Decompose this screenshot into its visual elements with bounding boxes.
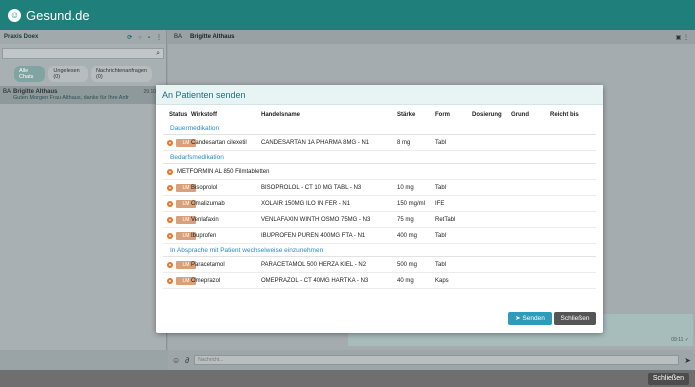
wirkstoff-cell: Bisoprolol — [191, 185, 218, 191]
chat-header-name: Brigitte Althaus — [190, 34, 235, 40]
practice-name: Praxis Doex — [4, 34, 39, 40]
staerke-cell: 10 mg — [397, 185, 414, 191]
message-icon[interactable]: ▪ — [148, 35, 150, 41]
handelsname-cell: CANDESARTAN 1A PHARMA 8MG - N1 — [261, 140, 370, 146]
col-form: Form — [435, 112, 450, 118]
form-cell: Tabl — [435, 185, 447, 191]
search-icon[interactable]: ⌕ — [156, 50, 160, 58]
status-icon: ● — [167, 278, 173, 284]
close-button[interactable]: Schließen — [554, 312, 596, 325]
staerke-cell: 75 mg — [397, 217, 414, 223]
section-bedarfsmedikation: Bedarfsmedikation — [163, 152, 596, 164]
section-dauermedikation: Dauermedikation — [163, 123, 596, 135]
top-bar: ☺ Gesund.de — [0, 0, 695, 30]
wirkstoff-cell: Omalizumab — [191, 201, 225, 207]
message-composer: ☺ ∂ Nachricht... ➤ — [168, 350, 695, 370]
refresh-icon[interactable]: ⟳ — [127, 35, 132, 41]
handelsname-cell: VENLAFAXIN WINTH OSMO 75MG - N3 — [261, 217, 371, 223]
table-header: Status Wirkstoff Handelsname Stärke Form… — [156, 110, 603, 122]
filter-unread[interactable]: Ungelesen (0) — [48, 66, 88, 82]
handelsname-cell: IBUPROFEN PUREN 400MG FTA - N1 — [261, 233, 366, 239]
status-icon: ● — [167, 185, 173, 191]
col-staerke: Stärke — [397, 112, 416, 118]
status-icon: ● — [167, 233, 173, 239]
table-row[interactable]: ● LM Venlafaxin VENLAFAXIN WINTH OSMO 75… — [163, 213, 596, 228]
form-cell: Kaps — [435, 278, 449, 284]
send-button[interactable]: ➤ Senden — [508, 312, 552, 325]
wirkstoff-cell: METFORMIN AL 850 Filmtabletten — [177, 169, 270, 175]
chat-avatar: BA — [174, 34, 183, 40]
bottom-bar: Schließen — [0, 370, 695, 387]
emoji-icon[interactable]: ☺ — [172, 356, 180, 365]
form-cell: IFE — [435, 201, 445, 207]
wirkstoff-cell: Paracetamol — [191, 262, 225, 268]
send-to-patient-dialog: An Patienten senden Status Wirkstoff Han… — [156, 85, 603, 333]
col-wirkstoff: Wirkstoff — [191, 112, 217, 118]
form-cell: Tabl — [435, 140, 447, 146]
col-reicht-bis: Reicht bis — [550, 112, 579, 118]
app-title: Gesund.de — [26, 7, 90, 23]
send-label: Senden — [522, 315, 545, 322]
message-input[interactable]: Nachricht... — [194, 355, 680, 365]
app-logo-icon: ☺ — [8, 8, 21, 22]
status-icon: ● — [167, 169, 173, 175]
status-icon: ● — [167, 262, 173, 268]
staerke-cell: 150 mg/ml — [397, 201, 426, 207]
image-icon[interactable]: ▣ — [676, 35, 682, 41]
send-icon[interactable]: ➤ — [684, 356, 691, 365]
table-row[interactable]: ● LM Bisoprolol BISOPROLOL - CT 10 MG TA… — [163, 181, 596, 196]
table-row[interactable]: ● LM Candesartan cilexetil CANDESARTAN 1… — [163, 136, 596, 151]
staerke-cell: 500 mg — [397, 262, 418, 268]
staerke-cell: 40 mg — [397, 278, 414, 284]
chat-search-input[interactable]: ⌕ — [2, 48, 164, 59]
avatar: BA — [3, 89, 12, 95]
staerke-cell: 400 mg — [397, 233, 418, 239]
form-cell: Tabl — [435, 233, 447, 239]
wirkstoff-cell: Candesartan cilexetil — [191, 140, 247, 146]
filter-message-requests[interactable]: Nachrichtenanfragen (0) — [90, 66, 152, 82]
col-dosierung: Dosierung — [472, 112, 502, 118]
chat-list-panel: Praxis Doex ⟳ ○ ▪ ⋮ ⌕ Alle Chats Ungelesen … — [0, 30, 167, 350]
bottom-close-button[interactable]: Schließen — [647, 373, 689, 385]
chat-list-item[interactable]: BA Brigitte Althaus 29.10.20 Guten Morge… — [0, 86, 166, 104]
table-row[interactable]: ● LM Omeprazol OMEPRAZOL - CT 40MG HARTK… — [163, 274, 596, 289]
attachment-icon[interactable]: ∂ — [185, 356, 189, 365]
table-row[interactable]: ● METFORMIN AL 850 Filmtabletten — [163, 165, 596, 180]
message-time: 09:11 ✓ — [671, 337, 689, 343]
handelsname-cell: PARACETAMOL 500 HERZA KIEL - N2 — [261, 262, 367, 268]
table-row[interactable]: ● LM Ibuprofen IBUPROFEN PUREN 400MG FTA… — [163, 229, 596, 244]
chat-header: BA Brigitte Althaus ▣ ⋮ — [168, 30, 695, 44]
chat-filters: Alle Chats Ungelesen (0) Nachrichtenanfr… — [0, 63, 166, 85]
staerke-cell: 8 mg — [397, 140, 411, 146]
chat-bubble-icon[interactable]: ○ — [138, 35, 142, 41]
form-cell: Tabl — [435, 262, 447, 268]
handelsname-cell: BISOPROLOL - CT 10 MG TABL - N3 — [261, 185, 362, 191]
dialog-title: An Patienten senden — [156, 85, 603, 105]
col-handelsname: Handelsname — [261, 112, 301, 118]
more-menu-icon[interactable]: ⋮ — [156, 35, 162, 41]
form-cell: RetTabl — [435, 217, 456, 223]
filter-all-chats[interactable]: Alle Chats — [14, 66, 46, 82]
wirkstoff-cell: Omeprazol — [191, 278, 221, 284]
handelsname-cell: OMEPRAZOL - CT 40MG HARTKA - N3 — [261, 278, 369, 284]
wirkstoff-cell: Ibuprofen — [191, 233, 217, 239]
wirkstoff-cell: Venlafaxin — [191, 217, 219, 223]
handelsname-cell: XOLAIR 150MG ILO IN FER - N1 — [261, 201, 351, 207]
col-grund: Grund — [511, 112, 529, 118]
table-row[interactable]: ● LM Paracetamol PARACETAMOL 500 HERZA K… — [163, 258, 596, 273]
status-icon: ● — [167, 201, 173, 207]
col-status: Status — [169, 112, 188, 118]
status-icon: ● — [167, 217, 173, 223]
chat-preview: Guten Morgen Frau Althaus, danke für Ihr… — [13, 95, 129, 101]
send-icon: ➤ — [515, 315, 521, 322]
table-row[interactable]: ● LM Omalizumab XOLAIR 150MG ILO IN FER … — [163, 197, 596, 212]
status-icon: ● — [167, 140, 173, 146]
chat-list-header: Praxis Doex ⟳ ○ ▪ ⋮ — [0, 30, 166, 44]
section-wechselweise: In Absprache mit Patient wechselweise ei… — [163, 245, 596, 257]
more-menu-icon[interactable]: ⋮ — [683, 35, 689, 41]
